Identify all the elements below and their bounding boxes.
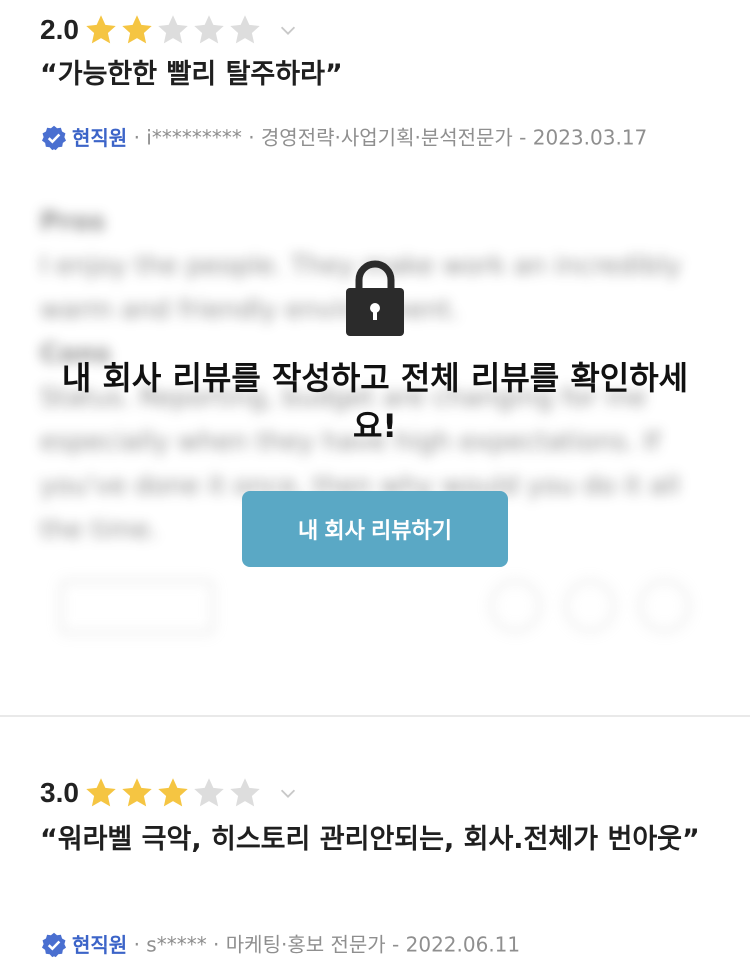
chevron-down-icon[interactable] [277,19,299,41]
rating-value: 3.0 [40,777,79,808]
verified-label: 현직원 [72,932,128,957]
review-meta-text: · i********* · 경영전략·사업기획·분석전문가 - 2023.03… [133,125,648,150]
star-empty-icon [158,15,188,44]
rating-row: 3.0 [40,775,299,811]
blurred-icon [490,580,541,632]
verified-badge: 현직원 [40,929,127,961]
verified-check-icon [41,125,67,150]
chevron-down-icon[interactable] [277,782,299,804]
star-empty-icon [194,15,224,44]
star-empty-icon [230,15,260,44]
review-meta: 현직원 · i********* · 경영전략·사업기획·분석전문가 - 202… [40,120,720,154]
star-filled-icon [86,15,116,44]
verified-label: 현직원 [72,125,128,150]
write-review-button[interactable]: 내 회사 리뷰하기 [242,491,508,567]
star-empty-icon [230,778,260,807]
blurred-icon [564,580,616,632]
lock-message: 내 회사 리뷰를 작성하고 전체 리뷰를 확인하세요! [61,359,689,445]
blurred-line: Pros [40,207,106,237]
star-filled-icon [122,778,152,807]
blurred-icon [639,580,691,632]
review-card: 2.0 “가능한한 빨리 탈주하라” 현직원 · i********* · 경영… [0,0,750,716]
verified-badge: 현직원 [40,122,127,154]
star-filled-icon [122,15,152,44]
lock-icon [346,260,404,336]
blurred-helpful-button [60,580,214,634]
review-title: “가능한한 빨리 탈주하라” [40,59,343,90]
review-title: “워라벨 극악, 히스토리 관리안되는, 회사.전체가 번아웃” [40,824,700,855]
rating-value: 2.0 [40,14,79,45]
star-rating [83,12,263,48]
star-empty-icon [194,778,224,807]
verified-check-icon [41,932,67,957]
star-filled-icon [86,778,116,807]
review-card: 3.0 “워라벨 극악, 히스토리 관리안되는, 회사.전체가 번아웃” 현직원… [0,717,750,973]
blurred-action-icons [490,580,691,632]
review-meta: 현직원 · s***** · 마케팅·홍보 전문가 - 2022.06.11 [40,927,720,961]
star-rating [83,775,263,811]
star-filled-icon [158,778,188,807]
rating-row: 2.0 [40,12,299,48]
review-meta-text: · s***** · 마케팅·홍보 전문가 - 2022.06.11 [133,932,521,957]
